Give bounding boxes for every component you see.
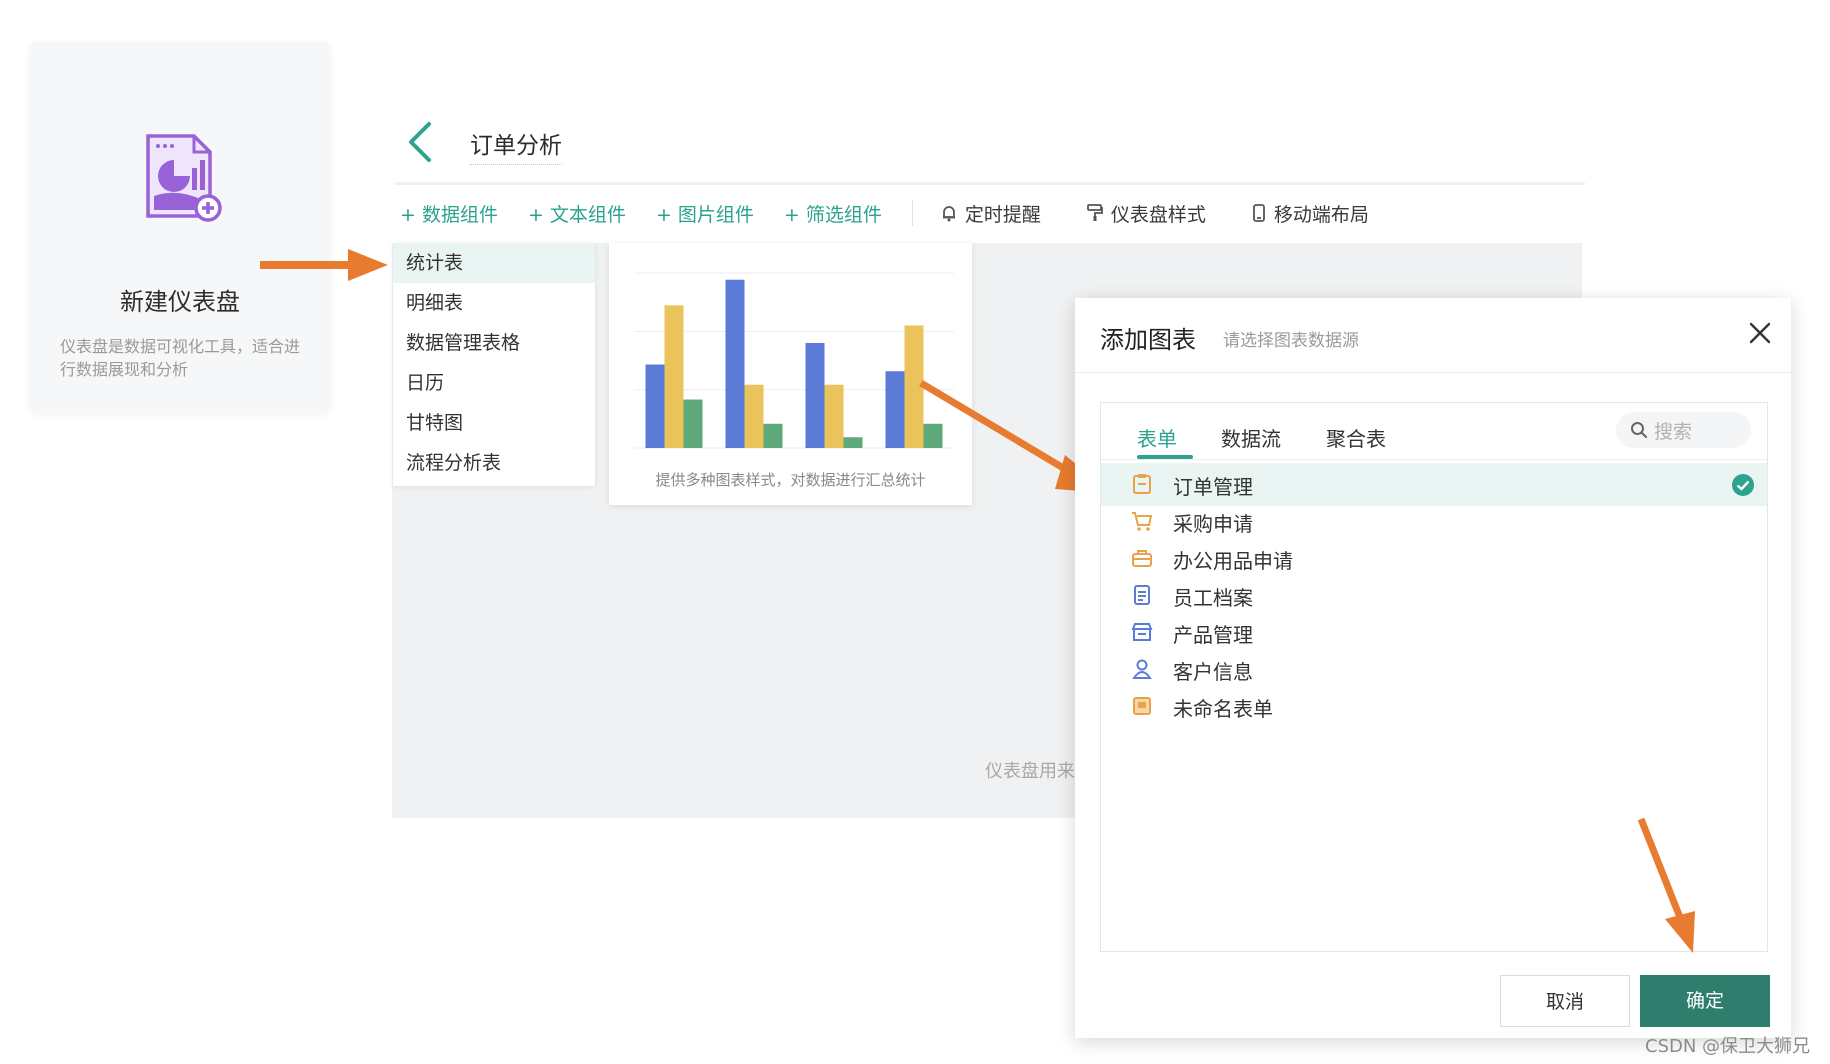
list-item-label: 未命名表单 [1173, 697, 1273, 721]
data-component-menu: 统计表 明细表 数据管理表格 日历 甘特图 流程分析表 [393, 243, 595, 486]
clipboard-icon [1133, 474, 1151, 494]
tab-aggregate-table[interactable]: 聚合表 [1326, 423, 1386, 452]
add-image-component-button[interactable]: + 图片组件 [656, 200, 754, 227]
dialog-header-divider [1075, 372, 1791, 373]
store-icon [1131, 623, 1153, 641]
tab-data-flow[interactable]: 数据流 [1221, 423, 1281, 452]
cancel-button[interactable]: 取消 [1500, 975, 1630, 1027]
mobile-layout-button[interactable]: 移动端布局 [1252, 200, 1369, 227]
dashboard-add-icon [146, 134, 222, 222]
editor-toolbar: + 数据组件 + 文本组件 + 图片组件 + 筛选组件 定时提醒 仪表盘样式 移… [400, 198, 1415, 228]
list-item-label: 采购申请 [1173, 512, 1253, 536]
watermark: CSDN @保卫大狮兄 [1645, 1036, 1811, 1057]
chart-bar [683, 399, 703, 448]
dashboard-style-label: 仪表盘样式 [1110, 203, 1206, 226]
search-input[interactable]: 搜索 [1616, 412, 1751, 448]
new-dashboard-title: 新建仪表盘 [120, 288, 240, 316]
add-text-component-button[interactable]: + 文本组件 [528, 200, 626, 227]
mobile-layout-label: 移动端布局 [1273, 203, 1369, 226]
menu-item-process-analysis-table[interactable]: 流程分析表 [393, 443, 595, 483]
chart-bar [725, 279, 745, 448]
check-circle-icon [1732, 474, 1754, 496]
chart-bar [824, 384, 844, 448]
canvas-hint-text: 仪表盘用来 [985, 761, 1075, 782]
chart-bar [885, 371, 905, 448]
chart-bar [744, 384, 764, 448]
dashboard-title[interactable]: 订单分析 [470, 126, 562, 165]
scheduled-reminder-button[interactable]: 定时提醒 [941, 200, 1041, 227]
preview-bar-chart [634, 272, 954, 449]
menu-item-calendar[interactable]: 日历 [393, 363, 595, 403]
list-item-label: 办公用品申请 [1173, 549, 1293, 573]
person-icon [1132, 659, 1152, 679]
tab-form[interactable]: 表单 [1137, 423, 1177, 452]
briefcase-icon [1132, 550, 1152, 567]
search-placeholder: 搜索 [1654, 420, 1693, 443]
bell-icon [942, 206, 955, 222]
dialog-subtitle: 请选择图表数据源 [1223, 331, 1359, 351]
tab-divider [1101, 459, 1767, 460]
chart-bar [805, 343, 825, 448]
list-item-label: 产品管理 [1173, 623, 1253, 647]
new-dashboard-description: 仪表盘是数据可视化工具，适合进行数据展现和分析 [60, 337, 301, 379]
annotation-arrow-right-icon [260, 249, 388, 281]
toolbar-separator [911, 200, 913, 226]
list-item-label: 客户信息 [1173, 660, 1253, 684]
form-icon [1133, 697, 1151, 715]
annotation-arrow-down-icon [1637, 817, 1695, 953]
menu-item-data-management-table[interactable]: 数据管理表格 [393, 323, 595, 363]
close-icon[interactable] [1747, 320, 1773, 346]
add-filter-component-button[interactable]: + 筛选组件 [784, 200, 882, 227]
chart-bar [664, 305, 684, 448]
chart-bar [645, 364, 665, 448]
dashboard-style-button[interactable]: 仪表盘样式 [1086, 200, 1206, 227]
list-item-unnamed-form[interactable]: 未命名表单 [1101, 685, 1767, 728]
dialog-title: 添加图表 [1100, 326, 1196, 354]
cart-icon [1132, 512, 1153, 531]
list-item-label: 员工档案 [1173, 586, 1253, 610]
menu-item-gantt-chart[interactable]: 甘特图 [393, 403, 595, 443]
list-item-label: 订单管理 [1173, 475, 1253, 499]
document-icon [1134, 585, 1150, 605]
menu-item-detail-table[interactable]: 明细表 [393, 283, 595, 323]
chart-bar [843, 437, 863, 448]
chart-bar [763, 423, 783, 448]
scheduled-reminder-label: 定时提醒 [964, 203, 1041, 226]
paint-roller-icon [1086, 204, 1103, 221]
new-dashboard-card[interactable]: 新建仪表盘 仪表盘是数据可视化工具，适合进行数据展现和分析 [30, 42, 330, 412]
mobile-icon [1253, 204, 1265, 222]
chevron-left-icon[interactable] [405, 120, 435, 164]
toolbar-divider [395, 182, 1585, 185]
confirm-button[interactable]: 确定 [1640, 975, 1770, 1027]
menu-item-statistics-table[interactable]: 统计表 [393, 243, 595, 283]
search-icon [1631, 422, 1647, 438]
add-data-component-button[interactable]: + 数据组件 [400, 200, 498, 227]
